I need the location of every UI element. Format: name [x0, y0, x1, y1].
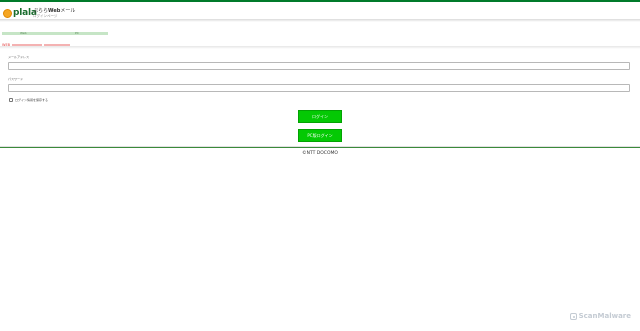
- watermark-text: ScanMalware: [578, 312, 631, 320]
- title-suffix: メール: [60, 8, 76, 14]
- password-label: パスワード: [8, 77, 24, 81]
- remember-row[interactable]: ログイン情報を保存する: [9, 98, 48, 102]
- header: plala ぷららWebメール ログインページ: [0, 2, 640, 20]
- page-title: ぷららWebメール: [33, 7, 75, 14]
- logo-mark-icon: [3, 8, 12, 18]
- password-field[interactable]: [8, 84, 630, 92]
- copyright: ©NTT DOCOMO: [302, 151, 338, 156]
- watermark: ScanMalware: [569, 312, 631, 320]
- footer-divider-green: [0, 147, 640, 148]
- notice-banner: [2, 32, 108, 35]
- pc-login-button[interactable]: PC版ログイン: [298, 129, 342, 142]
- notice-text-web[interactable]: Web: [20, 31, 27, 35]
- remember-checkbox[interactable]: [9, 98, 13, 102]
- login-button[interactable]: ログイン: [298, 110, 342, 123]
- header-divider: [0, 19, 640, 22]
- email-field[interactable]: [8, 62, 630, 70]
- content-divider: [0, 46, 640, 49]
- remember-label: ログイン情報を保存する: [15, 98, 49, 102]
- email-label: メールアドレス: [8, 55, 30, 59]
- notice-text-pc[interactable]: PC: [75, 31, 79, 35]
- plala-logo[interactable]: plala: [3, 7, 37, 19]
- scanmalware-logo-icon: [569, 312, 577, 320]
